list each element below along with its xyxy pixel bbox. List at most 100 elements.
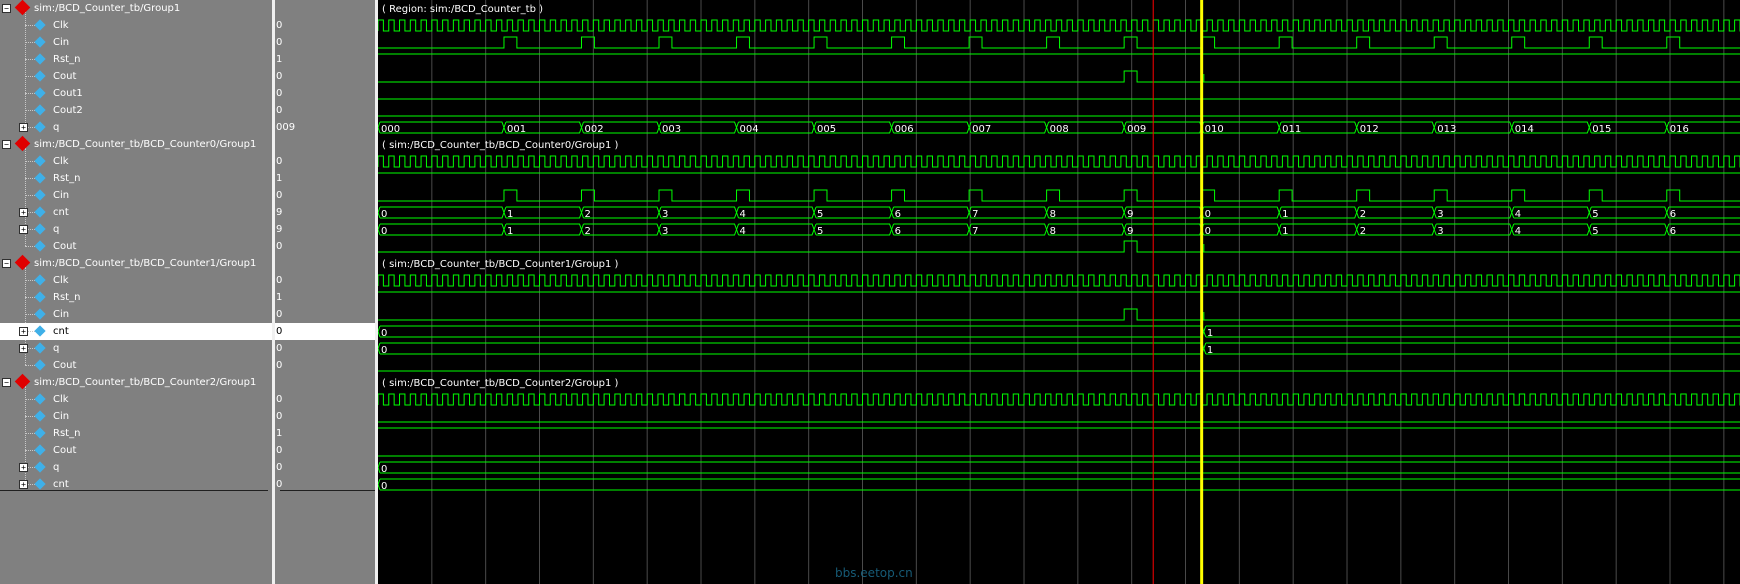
signal-value[interactable]: 0 — [275, 85, 375, 102]
signal-row[interactable]: Clk — [0, 17, 272, 34]
signal-row[interactable]: Clk — [0, 391, 272, 408]
signal-row[interactable]: Rst_n — [0, 289, 272, 306]
bus-value-label: 016 — [1670, 124, 1689, 135]
bus-value-label: 0 — [381, 464, 387, 475]
signal-row[interactable]: + q — [0, 221, 272, 238]
signal-name-pane[interactable]: − sim:/BCD_Counter_tb/Group1 Clk Cin Rst_n Co… — [0, 0, 272, 584]
collapse-toggle-icon[interactable]: − — [2, 140, 11, 149]
waveform-canvas[interactable]: ( Region: sim:/BCD_Counter_tb ) 0 0 0 001 002… — [378, 0, 1740, 584]
signal-row[interactable]: + q — [0, 340, 272, 357]
waveform-pane[interactable]: ( Region: sim:/BCD_Counter_tb ) 0 0 0 001 002… — [378, 0, 1740, 584]
bus-signal-icon — [34, 325, 46, 337]
expand-toggle-icon[interactable]: + — [19, 327, 28, 336]
signal-value-pane[interactable]: 0 0 1 0 0 0 009 0 1 0 9 9 0 0 1 0 0 0 0 0 0 1 0 0 0 — [275, 0, 375, 584]
signal-row[interactable]: Cout — [0, 442, 272, 459]
group-name: sim:/BCD_Counter_tb/BCD_Counter0/Group1 — [34, 139, 257, 150]
bus-segment — [378, 223, 505, 236]
bus-segment — [503, 206, 582, 219]
bus-value-label: 002 — [584, 124, 603, 135]
signal-row[interactable]: Rst_n — [0, 170, 272, 187]
signal-value[interactable]: 0 — [275, 102, 375, 119]
signal-value[interactable]: 0 — [275, 17, 375, 34]
signal-value[interactable]: 0 — [275, 238, 375, 255]
bus-segment — [1278, 206, 1358, 219]
bus-value-label: 6 — [895, 226, 901, 237]
collapse-toggle-icon[interactable]: − — [2, 378, 11, 387]
pulse-wave — [378, 70, 1740, 83]
expand-toggle-icon[interactable]: + — [19, 123, 28, 132]
bus-segment — [1123, 223, 1203, 236]
expand-toggle-icon[interactable]: + — [19, 344, 28, 353]
signal-row[interactable]: Cout — [0, 357, 272, 374]
signal-row[interactable]: + cnt — [0, 204, 272, 221]
bus-value-label: 6 — [1670, 226, 1676, 237]
group-region-label: ( sim:/BCD_Counter_tb/BCD_Counter1/Group… — [382, 259, 619, 270]
collapse-toggle-icon[interactable]: − — [2, 4, 11, 13]
bus-value-label: 001 — [507, 124, 526, 135]
bus-value-label: 0 — [381, 481, 387, 492]
signal-row[interactable]: + q — [0, 119, 272, 136]
signal-value[interactable]: 1 — [275, 425, 375, 442]
signal-row[interactable]: Cin — [0, 408, 272, 425]
signal-value[interactable]: 0 — [275, 391, 375, 408]
bus-value-label: 9 — [1127, 209, 1133, 220]
signal-row[interactable]: + cnt — [0, 323, 272, 340]
signal-value[interactable]: 0 — [275, 442, 375, 459]
bus-segment — [378, 478, 1740, 491]
signal-value[interactable]: 0 — [275, 68, 375, 85]
signal-row[interactable]: Cin — [0, 187, 272, 204]
group-row[interactable]: − sim:/BCD_Counter_tb/BCD_Counter2/Group1 — [0, 373, 272, 391]
bus-segment — [503, 223, 582, 236]
signal-row[interactable]: Cout2 — [0, 102, 272, 119]
signal-value[interactable] — [275, 136, 375, 153]
wire-signal-icon — [34, 444, 46, 456]
signal-value[interactable]: 009 — [275, 119, 375, 136]
bus-segment — [1201, 223, 1280, 236]
signal-value[interactable]: 0 — [275, 306, 375, 323]
signal-row[interactable]: Cin — [0, 34, 272, 51]
signal-row[interactable]: Cout — [0, 68, 272, 85]
signal-value[interactable]: 0 — [275, 357, 375, 374]
signal-value[interactable]: 9 — [275, 221, 375, 238]
signal-name: Cin — [53, 190, 70, 201]
signal-row[interactable]: + q — [0, 459, 272, 476]
signal-value[interactable]: 0 — [275, 187, 375, 204]
signal-name: Cin — [53, 309, 70, 320]
signal-value[interactable] — [275, 374, 375, 391]
signal-name: Rst_n — [53, 428, 81, 439]
signal-row[interactable]: Clk — [0, 153, 272, 170]
signal-value[interactable]: 9 — [275, 204, 375, 221]
wire-signal-icon — [34, 19, 46, 31]
signal-value[interactable] — [275, 0, 375, 17]
signal-value[interactable]: 1 — [275, 289, 375, 306]
group-region-label: ( Region: sim:/BCD_Counter_tb ) — [382, 4, 543, 15]
group-row[interactable]: − sim:/BCD_Counter_tb/BCD_Counter1/Group1 — [0, 254, 272, 272]
signal-value[interactable] — [275, 255, 375, 272]
signal-row[interactable]: Cout — [0, 238, 272, 255]
expand-toggle-icon[interactable]: + — [19, 480, 28, 489]
bus-value-label: 0 — [381, 328, 387, 339]
signal-row[interactable]: Rst_n — [0, 425, 272, 442]
signal-row[interactable]: Rst_n — [0, 51, 272, 68]
signal-value[interactable]: 0 — [275, 272, 375, 289]
signal-row[interactable]: Clk — [0, 272, 272, 289]
signal-value[interactable]: 0 — [275, 459, 375, 476]
bus-segment — [1511, 206, 1590, 219]
signal-value[interactable]: 0 — [275, 408, 375, 425]
expand-toggle-icon[interactable]: + — [19, 225, 28, 234]
group-row[interactable]: − sim:/BCD_Counter_tb/BCD_Counter0/Group1 — [0, 135, 272, 153]
signal-value[interactable]: 0 — [275, 340, 375, 357]
bus-value-label: 8 — [1050, 226, 1056, 237]
group-row[interactable]: − sim:/BCD_Counter_tb/Group1 — [0, 0, 272, 17]
signal-value[interactable]: 1 — [275, 51, 375, 68]
signal-row[interactable]: Cout1 — [0, 85, 272, 102]
collapse-toggle-icon[interactable]: − — [2, 259, 11, 268]
signal-row[interactable]: Cin — [0, 306, 272, 323]
signal-value[interactable]: 0 — [275, 34, 375, 51]
expand-toggle-icon[interactable]: + — [19, 208, 28, 217]
expand-toggle-icon[interactable]: + — [19, 463, 28, 472]
signal-value[interactable]: 0 — [275, 323, 375, 340]
signal-value[interactable]: 1 — [275, 170, 375, 187]
signal-value[interactable]: 0 — [275, 153, 375, 170]
bus-value-label: 2 — [584, 226, 590, 237]
